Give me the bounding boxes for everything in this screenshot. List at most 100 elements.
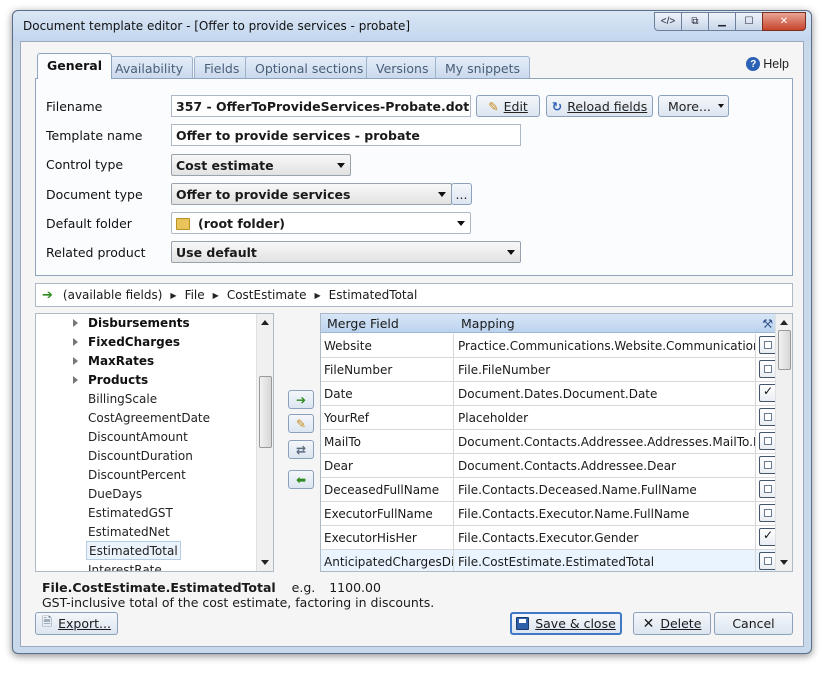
breadcrumb-item[interactable]: File	[185, 288, 205, 302]
scroll-up-icon[interactable]	[261, 320, 269, 325]
replace-mapping-button[interactable]: ⇄	[288, 440, 314, 459]
merge-field-cell[interactable]: Date	[321, 382, 454, 405]
table-row[interactable]: Website Practice.Communications.Website.C…	[321, 334, 777, 358]
related-product-select[interactable]: Use default	[171, 241, 521, 263]
tree-item[interactable]: CostAgreementDate	[86, 409, 212, 428]
maximize-button[interactable]: ☐	[735, 12, 763, 31]
tree-item[interactable]: InterestRate	[86, 561, 164, 571]
control-type-select[interactable]: Cost estimate	[171, 154, 351, 176]
code-view-icon[interactable]: </>	[654, 12, 682, 31]
tab-general[interactable]: General	[37, 53, 112, 79]
save-close-button[interactable]: Save & close	[510, 612, 622, 635]
field-description-title: File.CostEstimate.EstimatedTotal e.g. 11…	[42, 580, 381, 595]
export-button[interactable]: 🗎 Export...	[35, 612, 118, 635]
checkbox-square-icon	[764, 509, 772, 517]
breadcrumb-item[interactable]: (available fields)	[63, 288, 163, 302]
cancel-button[interactable]: Cancel	[714, 612, 793, 635]
tree-item[interactable]: DueDays	[86, 485, 144, 504]
document-type-browse-button[interactable]: ...	[451, 183, 472, 205]
mapping-cell[interactable]: Document.Dates.Document.Date	[455, 382, 756, 405]
table-row[interactable]: Dear Document.Contacts.Addressee.Dear	[321, 454, 777, 478]
tree-item[interactable]: FixedCharges	[73, 333, 182, 352]
tree-item-selected[interactable]: EstimatedTotal	[86, 541, 181, 560]
popout-icon[interactable]: ⧉	[681, 12, 709, 31]
merge-field-cell[interactable]: MailTo	[321, 430, 454, 453]
template-name-field[interactable]: Offer to provide services - probate	[171, 124, 521, 146]
tree-item[interactable]: Disbursements	[73, 314, 192, 333]
checkbox-cell	[757, 358, 777, 381]
remove-field-button[interactable]: ⬅	[288, 470, 314, 489]
tab-availability[interactable]: Availability	[105, 56, 194, 78]
table-row[interactable]: AnticipatedChargesDisb File.CostEstimate.…	[321, 550, 777, 571]
tab-optional-sections[interactable]: Optional sections	[245, 56, 374, 78]
grid-scrollbar[interactable]	[775, 314, 792, 571]
merge-field-cell[interactable]: DeceasedFullName	[321, 478, 454, 501]
mapping-cell[interactable]: Document.Contacts.Addressee.Addresses.Ma…	[455, 430, 756, 453]
expand-arrow-icon[interactable]	[73, 338, 78, 346]
merge-field-cell[interactable]: FileNumber	[321, 358, 454, 381]
breadcrumb-item[interactable]: EstimatedTotal	[329, 288, 418, 302]
table-row[interactable]: MailTo Document.Contacts.Addressee.Addres…	[321, 430, 777, 454]
expand-arrow-icon[interactable]	[73, 357, 78, 365]
title-bar[interactable]: Document template editor - [Offer to pro…	[13, 11, 811, 41]
merge-field-cell[interactable]: AnticipatedChargesDisb	[321, 550, 454, 571]
merge-field-cell[interactable]: ExecutorHisHer	[321, 526, 454, 549]
tree-item[interactable]: BillingScale	[86, 390, 159, 409]
expand-arrow-icon[interactable]	[73, 376, 78, 384]
tab-my-snippets[interactable]: My snippets	[435, 56, 531, 78]
breadcrumb-item[interactable]: CostEstimate	[227, 288, 307, 302]
minimize-button[interactable]: ▁	[708, 12, 736, 31]
mapping-cell[interactable]: File.Contacts.Executor.Gender	[455, 526, 756, 549]
document-type-select[interactable]: Offer to provide services	[171, 183, 452, 205]
merge-field-cell[interactable]: Dear	[321, 454, 454, 477]
mapping-cell[interactable]: Placeholder	[455, 406, 756, 429]
more-dropdown-button[interactable]: More...	[658, 95, 729, 117]
arrow-right-icon: ➔	[42, 287, 53, 303]
merge-field-cell[interactable]: ExecutorFullName	[321, 502, 454, 525]
table-row[interactable]: DeceasedFullName File.Contacts.Deceased.N…	[321, 478, 777, 502]
add-mapping-button[interactable]: ✎	[288, 414, 314, 433]
table-row[interactable]: FileNumber File.FileNumber	[321, 358, 777, 382]
scroll-up-icon[interactable]	[780, 320, 788, 325]
table-row[interactable]: Date Document.Dates.Document.Date ✓	[321, 382, 777, 406]
tree-item[interactable]: DiscountAmount	[86, 428, 190, 447]
table-row[interactable]: ExecutorHisHer File.Contacts.Executor.Gen…	[321, 526, 777, 550]
expand-arrow-icon[interactable]	[73, 319, 78, 327]
mapping-cell[interactable]: File.CostEstimate.EstimatedTotal	[455, 550, 756, 571]
tree-item[interactable]: MaxRates	[73, 352, 156, 371]
tree-item[interactable]: DiscountPercent	[86, 466, 188, 485]
filename-field[interactable]: 357 - OfferToProvideServices-Probate.dot	[171, 95, 471, 117]
merge-field-cell[interactable]: YourRef	[321, 406, 454, 429]
scroll-thumb[interactable]	[259, 376, 272, 448]
tree-scrollbar[interactable]	[256, 314, 273, 571]
tree-item[interactable]: Products	[73, 371, 150, 390]
column-chooser-icon[interactable]: ⚒	[762, 316, 773, 331]
scroll-down-icon[interactable]	[261, 560, 269, 565]
mapping-column-header[interactable]: Mapping	[461, 316, 515, 331]
tab-versions[interactable]: Versions	[366, 56, 439, 78]
tree-item[interactable]: EstimatedNet	[86, 523, 172, 542]
mapping-cell[interactable]: File.Contacts.Deceased.Name.FullName	[455, 478, 756, 501]
merge-field-cell[interactable]: Website	[321, 334, 454, 357]
close-button[interactable]: ✕	[762, 12, 806, 31]
mapping-cell[interactable]: Practice.Communications.Website.Communic…	[455, 334, 756, 357]
tree-item[interactable]: EstimatedGST	[86, 504, 175, 523]
scroll-thumb[interactable]	[778, 330, 791, 370]
tab-fields[interactable]: Fields	[194, 56, 250, 78]
help-link[interactable]: ? Help	[746, 57, 789, 71]
merge-field-column-header[interactable]: Merge Field	[327, 316, 399, 331]
mapping-cell[interactable]: File.FileNumber	[455, 358, 756, 381]
mapping-cell[interactable]: Document.Contacts.Addressee.Dear	[455, 454, 756, 477]
tree-item[interactable]: DiscountDuration	[86, 447, 195, 466]
default-folder-select[interactable]: (root folder)	[171, 212, 471, 234]
edit-button[interactable]: ✎ Edit	[476, 95, 540, 117]
reload-fields-button[interactable]: ↻ Reload fields	[546, 95, 653, 117]
folder-icon	[176, 218, 190, 230]
delete-button[interactable]: ✕ Delete	[633, 612, 711, 635]
table-row[interactable]: YourRef Placeholder	[321, 406, 777, 430]
table-row[interactable]: ExecutorFullName File.Contacts.Executor.N…	[321, 502, 777, 526]
scroll-down-icon[interactable]	[780, 560, 788, 565]
add-field-button[interactable]: ➔	[288, 390, 314, 409]
help-label: Help	[763, 57, 789, 71]
mapping-cell[interactable]: File.Contacts.Executor.Name.FullName	[455, 502, 756, 525]
